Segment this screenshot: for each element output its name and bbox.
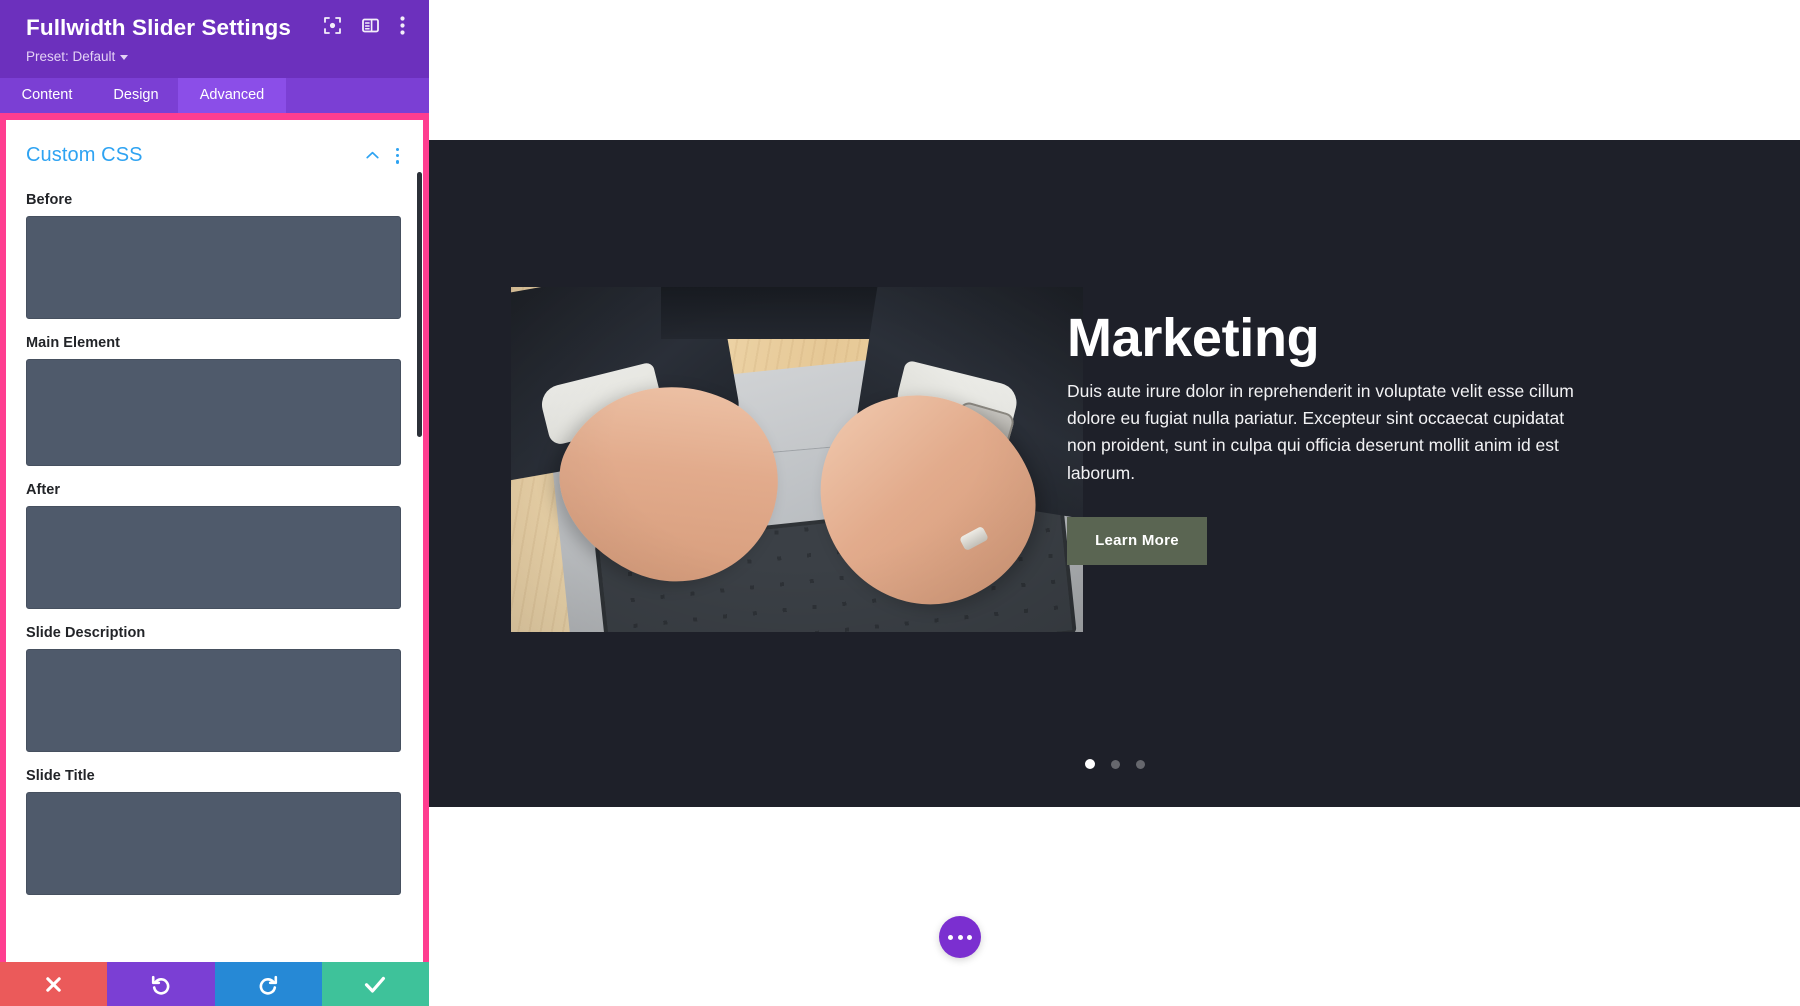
panel-header-row: Fullwidth Slider Settings [26, 15, 407, 41]
field-label-slide-description: Slide Description [26, 624, 146, 641]
redo-button[interactable] [214, 962, 322, 1006]
field-label-slide-title: Slide Title [26, 767, 95, 784]
preview-top-whitespace [429, 0, 1800, 140]
section-action-group [365, 146, 401, 166]
three-dots-icon-dot-3 [967, 934, 972, 940]
field-main-element: Main Element [6, 335, 423, 466]
panel-content: Custom CSS Before Main Element After Sli… [6, 120, 423, 895]
chevron-up-icon[interactable] [365, 148, 380, 163]
field-after: After [6, 482, 423, 609]
before-css-input[interactable] [26, 215, 401, 319]
preset-selector[interactable]: Preset: Default [26, 48, 129, 64]
header-icon-group [324, 16, 405, 40]
panel-layout-icon[interactable] [362, 17, 379, 39]
page-settings-fab[interactable] [939, 916, 981, 958]
cancel-button[interactable] [0, 962, 108, 1006]
undo-button[interactable] [107, 962, 215, 1006]
main-element-css-input[interactable] [26, 358, 401, 466]
field-before: Before [6, 192, 423, 319]
page-preview: Marketing Duis aute irure dolor in repre… [429, 0, 1800, 1006]
custom-css-section-header: Custom CSS [6, 136, 423, 176]
preset-label: Preset: Default [26, 48, 116, 64]
slide-image [511, 287, 1083, 632]
slider-dot-1[interactable] [1084, 759, 1095, 769]
chevron-down-icon [120, 54, 129, 60]
settings-tabs: Content Design Advanced [0, 77, 429, 113]
page-title: Fullwidth Slider Settings [26, 15, 292, 40]
three-dots-icon-dot-2 [957, 934, 963, 940]
slide: Marketing Duis aute irure dolor in repre… [429, 140, 1800, 807]
panel-scrollbar[interactable] [417, 171, 422, 437]
custom-css-highlight-frame: Custom CSS Before Main Element After Sli… [0, 112, 429, 962]
panel-header: Fullwidth Slider Settings Preset: Defaul… [0, 0, 429, 78]
slide-heading: Marketing [1067, 308, 1320, 368]
panel-action-bar [0, 962, 429, 1006]
field-label-main-element: Main Element [26, 334, 121, 351]
learn-more-button[interactable]: Learn More [1067, 516, 1207, 565]
slide-description: Duis aute irure dolor in reprehenderit i… [1067, 381, 1574, 483]
tab-design[interactable]: Design [94, 78, 178, 113]
tab-strip-filler [286, 77, 429, 113]
slide-description-css-input[interactable] [26, 648, 401, 752]
close-x-icon [46, 976, 61, 992]
slide-title-css-input[interactable] [26, 791, 401, 895]
field-slide-description: Slide Description [6, 625, 423, 752]
field-slide-title: Slide Title [6, 768, 423, 895]
redo-arrow-icon [259, 975, 277, 995]
slider-pagination [429, 759, 1800, 769]
tab-content[interactable]: Content [0, 78, 94, 113]
field-label-after: After [26, 481, 61, 498]
slider-dot-3[interactable] [1135, 759, 1145, 769]
fullwidth-slider-settings-panel: Fullwidth Slider Settings Preset: Defaul… [0, 0, 429, 1006]
section-menu-icon[interactable] [394, 146, 401, 166]
focus-target-icon[interactable] [324, 17, 341, 39]
after-css-input[interactable] [26, 505, 401, 609]
three-dots-icon-dot-1 [948, 934, 953, 940]
app-root: Fullwidth Slider Settings Preset: Defaul… [0, 0, 1800, 1006]
field-label-before: Before [26, 191, 73, 208]
panel-scroll-region[interactable]: Custom CSS Before Main Element After Sli… [6, 119, 423, 962]
fullwidth-slider-module: Marketing Duis aute irure dolor in repre… [429, 140, 1800, 807]
slide-text-column: Marketing Duis aute irure dolor in repre… [1067, 308, 1627, 565]
section-title: Custom CSS [26, 144, 143, 167]
undo-arrow-icon [152, 975, 170, 995]
vertical-dots-icon[interactable] [400, 16, 405, 40]
save-button[interactable] [321, 962, 429, 1006]
tab-advanced[interactable]: Advanced [178, 77, 286, 113]
slider-dot-2[interactable] [1110, 759, 1120, 769]
checkmark-icon [365, 976, 386, 993]
